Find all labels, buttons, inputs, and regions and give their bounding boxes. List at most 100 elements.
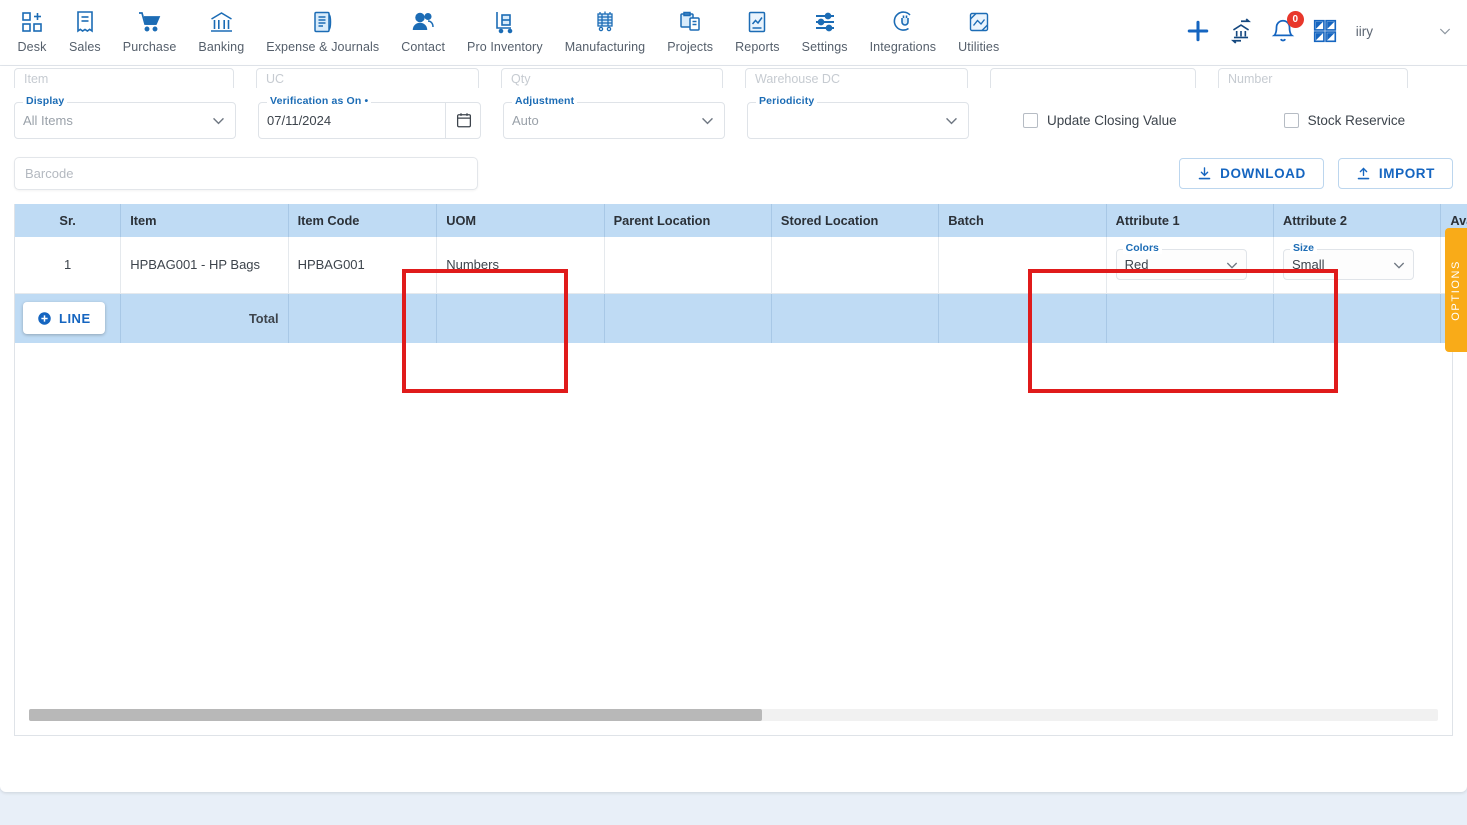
- total-stored-location: [771, 293, 940, 343]
- adjustment-select[interactable]: Adjustment Auto: [503, 95, 725, 139]
- integrations-plug-icon: [890, 9, 916, 35]
- nav-item-utilities[interactable]: Utilities: [947, 0, 1010, 58]
- page-body: Item UC Qty Warehouse DC Number Display …: [0, 66, 1467, 825]
- display-select[interactable]: Display All Items: [14, 95, 236, 139]
- total-label: Total: [120, 293, 289, 343]
- nav-item-settings[interactable]: Settings: [791, 0, 859, 58]
- filter-stub-text: UC: [266, 72, 285, 86]
- col-header-stored-location[interactable]: Stored Location: [771, 204, 940, 237]
- attribute-2-value: Small: [1292, 257, 1325, 273]
- import-button[interactable]: IMPORT: [1337, 158, 1453, 189]
- nav-item-projects[interactable]: Projects: [656, 0, 724, 58]
- nav-item-pro-inventory[interactable]: Pro Inventory: [456, 0, 554, 58]
- apps-grid-icon[interactable]: [1312, 18, 1338, 44]
- table-row[interactable]: 1 HPBAG001 - HP Bags HPBAG001 Numbers Co…: [15, 237, 1467, 294]
- col-header-parent-location[interactable]: Parent Location: [604, 204, 772, 237]
- total-uom: [436, 293, 605, 343]
- filter-stub-date[interactable]: [990, 68, 1196, 88]
- display-label: Display: [23, 95, 68, 107]
- nav-item-sales[interactable]: Sales: [58, 0, 112, 58]
- filter-stub-qty[interactable]: Qty: [501, 68, 723, 88]
- banking-bank-icon: [208, 9, 234, 35]
- col-header-sr[interactable]: Sr.: [15, 204, 122, 237]
- col-header-batch[interactable]: Batch: [938, 204, 1107, 237]
- chevron-down-icon[interactable]: [1437, 23, 1453, 39]
- chevron-down-icon: [699, 112, 716, 129]
- nav-item-label: Purchase: [122, 40, 177, 54]
- nav-item-label: Settings: [801, 40, 848, 54]
- periodicity-select[interactable]: Periodicity: [747, 95, 969, 139]
- nav-item-label: Utilities: [958, 40, 1000, 54]
- barcode-placeholder-text: Barcode: [25, 166, 74, 181]
- nav-item-expense-journals[interactable]: Expense & Journals: [255, 0, 390, 58]
- filter-stub-warehouse[interactable]: Warehouse DC: [745, 68, 968, 88]
- attribute-2-size-select[interactable]: Size Small: [1283, 242, 1414, 281]
- attribute-1-label: Colors: [1122, 242, 1162, 255]
- plus-icon[interactable]: [1184, 17, 1212, 45]
- manufacturing-machine-icon: [592, 9, 618, 35]
- col-header-item-code[interactable]: Item Code: [288, 204, 438, 237]
- calendar-icon[interactable]: [445, 102, 481, 138]
- bank-transfer-icon[interactable]: [1228, 18, 1254, 44]
- chevron-down-icon: [1391, 257, 1407, 273]
- col-header-attribute-2[interactable]: Attribute 2: [1273, 204, 1442, 237]
- expense-journal-icon: [310, 9, 336, 35]
- add-line-button[interactable]: LINE: [23, 302, 105, 335]
- total-batch: [938, 293, 1107, 343]
- filter-stub-number[interactable]: Number: [1218, 68, 1408, 88]
- nav-item-label: Banking: [198, 40, 245, 54]
- upload-icon: [1356, 166, 1371, 181]
- nav-item-label: Projects: [667, 40, 714, 54]
- options-side-tab[interactable]: OPTIONS: [1445, 228, 1467, 352]
- filter-stub-item[interactable]: Item: [14, 68, 234, 88]
- total-attribute-1: [1106, 293, 1275, 343]
- scrollbar-thumb[interactable]: [29, 709, 762, 721]
- import-label: IMPORT: [1378, 166, 1435, 181]
- circle-plus-icon: [37, 311, 52, 326]
- filters-row-main: Display All Items Verification as On • 0…: [14, 95, 1453, 139]
- nav-item-label: Pro Inventory: [467, 40, 543, 54]
- cell-uom[interactable]: Numbers: [436, 237, 605, 294]
- nav-item-desk[interactable]: Desk: [6, 0, 58, 58]
- nav-item-integrations[interactable]: Integrations: [859, 0, 948, 58]
- notification-count-badge: 0: [1286, 11, 1304, 28]
- horizontal-scrollbar[interactable]: [29, 709, 1438, 721]
- table-total-row: LINE Total: [15, 293, 1467, 343]
- line-items-table-wrapper: Sr. Item Item Code UOM Parent Location S…: [14, 204, 1467, 736]
- verification-value: 07/11/2024: [267, 113, 332, 128]
- col-header-uom[interactable]: UOM: [436, 204, 605, 237]
- verification-date-field[interactable]: Verification as On • 07/11/2024: [258, 95, 481, 139]
- nav-item-reports[interactable]: Reports: [724, 0, 790, 58]
- update-closing-value-checkbox[interactable]: Update Closing Value: [1023, 113, 1177, 128]
- stock-reservice-checkbox[interactable]: Stock Reservice: [1283, 113, 1405, 128]
- nav-item-label: Manufacturing: [564, 40, 646, 54]
- download-button[interactable]: DOWNLOAD: [1179, 158, 1324, 189]
- attribute-2-label: Size: [1290, 242, 1318, 255]
- nav-item-manufacturing[interactable]: Manufacturing: [554, 0, 657, 58]
- col-header-attribute-1[interactable]: Attribute 1: [1106, 204, 1275, 237]
- cell-item-code[interactable]: HPBAG001: [288, 237, 438, 294]
- cell-attribute-1: Colors Red: [1106, 237, 1275, 294]
- user-name-label[interactable]: iiry: [1356, 24, 1373, 39]
- col-header-item[interactable]: Item: [120, 204, 289, 237]
- nav-item-label: Contact: [401, 40, 446, 54]
- nav-right-actions: 0 iiry: [1184, 0, 1467, 62]
- filter-stub-uc[interactable]: UC: [256, 68, 479, 88]
- cell-item[interactable]: HPBAG001 - HP Bags: [120, 237, 289, 294]
- nav-item-purchase[interactable]: Purchase: [112, 0, 188, 58]
- notification-bell-icon[interactable]: 0: [1270, 11, 1304, 44]
- barcode-input[interactable]: Barcode: [14, 157, 478, 190]
- cell-stored-location[interactable]: [771, 237, 940, 294]
- purchase-cart-icon: [137, 9, 163, 35]
- attribute-1-colors-select[interactable]: Colors Red: [1115, 242, 1247, 281]
- cell-parent-location[interactable]: [604, 237, 772, 294]
- nav-item-contact[interactable]: Contact: [390, 0, 456, 58]
- cell-batch[interactable]: [938, 237, 1107, 294]
- options-tab-label: OPTIONS: [1450, 259, 1462, 321]
- checkbox-box: [1283, 113, 1299, 128]
- nav-item-label: Sales: [69, 40, 101, 54]
- filter-stub-text: Warehouse DC: [755, 72, 840, 86]
- nav-item-banking[interactable]: Banking: [187, 0, 255, 58]
- reports-chart-icon: [744, 9, 770, 35]
- toolbar-buttons: DOWNLOAD IMPORT: [1179, 158, 1453, 189]
